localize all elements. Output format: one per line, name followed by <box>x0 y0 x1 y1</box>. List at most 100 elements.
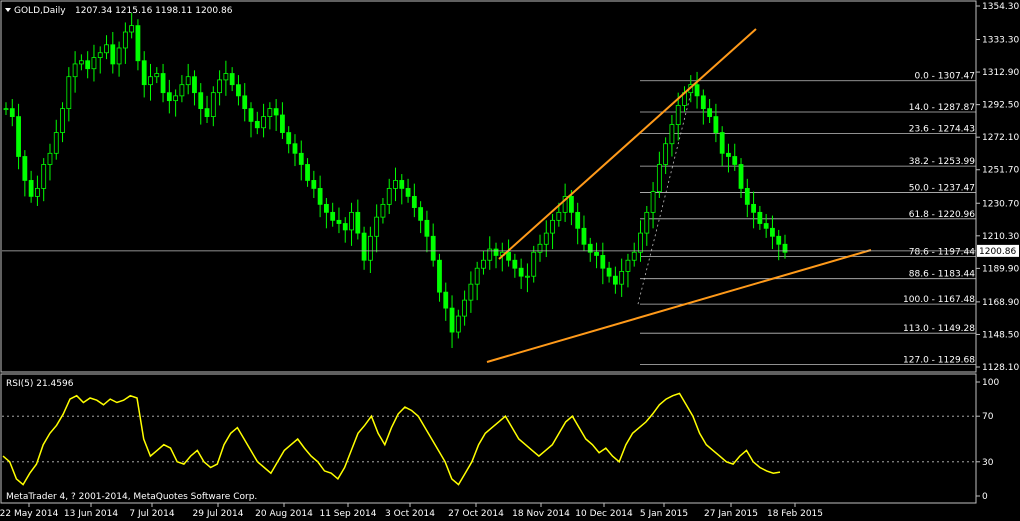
candle-body <box>311 180 317 189</box>
chart-window[interactable]: GOLD,Daily 1207.34 1215.16 1198.11 1200.… <box>0 0 1020 521</box>
candle-body <box>47 152 53 165</box>
candle-body <box>367 235 373 261</box>
current-price-label: 1200.86 <box>979 247 1016 257</box>
candle-body <box>638 232 643 253</box>
candle-body <box>468 283 474 301</box>
candle-body <box>317 188 323 205</box>
candle-body <box>411 195 417 208</box>
price-tick-label: 1272.10 <box>982 133 1019 143</box>
candle-body <box>543 232 549 245</box>
date-tick-label: 10 Dec 2014 <box>575 509 633 519</box>
rsi-tick-label: 70 <box>982 412 994 422</box>
fib-level-label: 113.0 - 1149.28 <box>903 324 975 334</box>
candle-body <box>374 216 380 237</box>
candle-body <box>60 108 65 133</box>
candle-body <box>606 267 612 277</box>
price-tick-label: 1128.10 <box>982 363 1019 373</box>
candle-body <box>305 164 310 181</box>
candle-body <box>650 191 656 213</box>
candle-body <box>97 52 103 58</box>
candle-body <box>437 259 442 293</box>
ohlc-readout: 1207.34 1215.16 1198.11 1200.86 <box>75 6 233 16</box>
candle-body <box>204 108 210 117</box>
date-tick-label: 27 Jan 2015 <box>704 509 758 519</box>
date-tick-label: 5 Jan 2015 <box>640 509 688 519</box>
candle-body <box>336 219 342 224</box>
rsi-tick-label: 0 <box>982 492 988 502</box>
candle-body <box>481 259 486 269</box>
candle-body <box>380 203 386 218</box>
fib-level-label: 127.0 - 1129.68 <box>903 355 975 365</box>
candle-body <box>66 76 72 110</box>
date-tick-label: 18 Nov 2014 <box>512 509 570 519</box>
candle-body <box>751 203 756 213</box>
candle-body <box>53 132 59 154</box>
candle-body <box>22 156 28 181</box>
candle-body <box>719 132 725 154</box>
candle-body <box>298 152 304 165</box>
candle-body <box>738 164 744 189</box>
candle-body <box>675 105 681 125</box>
candle-body <box>104 44 109 54</box>
candle-body <box>757 211 763 224</box>
candle-body <box>455 315 461 333</box>
candle-body <box>198 92 204 110</box>
price-tick-label: 1333.30 <box>982 36 1019 46</box>
fib-level-label: 50.0 - 1237.47 <box>909 183 975 193</box>
candle-body <box>449 307 455 333</box>
candle-body <box>355 211 361 234</box>
candle-body <box>223 73 229 81</box>
candle-body <box>694 84 700 97</box>
candle-body <box>122 31 128 49</box>
date-tick-label: 3 Oct 2014 <box>385 509 435 519</box>
candle-body <box>493 248 499 256</box>
candle-body <box>619 271 625 285</box>
candle-body <box>91 57 97 70</box>
candle-body <box>254 120 260 129</box>
candle-body <box>556 211 562 221</box>
fib-level-label: 14.0 - 1287.87 <box>909 103 975 113</box>
candle-body <box>525 275 530 278</box>
candle-body <box>16 116 21 157</box>
price-tick-label: 1189.90 <box>982 264 1019 274</box>
candle-body <box>148 76 153 86</box>
candle-body <box>512 259 518 269</box>
date-tick-label: 27 Oct 2014 <box>448 509 504 519</box>
candle-body <box>280 114 285 133</box>
candle-body <box>248 108 254 122</box>
price-tick-label: 1148.50 <box>982 330 1019 340</box>
candle-body <box>631 251 637 261</box>
candle-body <box>185 76 191 86</box>
candle-body <box>349 211 354 231</box>
date-tick-label: 7 Jul 2014 <box>129 509 174 519</box>
candle-body <box>600 255 606 269</box>
candle-body <box>323 203 329 213</box>
candle-body <box>474 267 480 285</box>
candle-body <box>763 223 769 229</box>
candle-body <box>594 251 599 256</box>
candle-body <box>35 188 40 197</box>
price-tick-label: 1210.30 <box>982 232 1019 242</box>
candle-body <box>656 164 662 193</box>
candle-body <box>9 108 15 117</box>
candle-body <box>330 211 336 221</box>
candle-body <box>732 156 738 165</box>
price-tick-label: 1230.70 <box>982 199 1019 209</box>
candle-body <box>192 76 197 94</box>
candle-body <box>292 143 298 154</box>
candle-body <box>776 235 782 245</box>
price-tick-label: 1292.50 <box>982 101 1019 111</box>
candle-body <box>386 188 392 205</box>
fib-level-label: 88.6 - 1183.44 <box>909 270 975 280</box>
fib-level-label: 78.6 - 1197.44 <box>909 247 975 257</box>
price-tick-label: 1168.90 <box>982 298 1019 308</box>
candle-body <box>700 95 706 110</box>
candle-body <box>154 73 160 78</box>
candle-body <box>612 275 618 285</box>
rsi-title: RSI(5) 21.4596 <box>6 379 74 389</box>
copyright-text: MetaTrader 4, ? 2001-2014, MetaQuotes So… <box>6 492 257 502</box>
date-tick-label: 29 Jul 2014 <box>193 509 244 519</box>
date-tick-label: 11 Sep 2014 <box>319 509 376 519</box>
symbol-label: GOLD,Daily <box>14 6 66 16</box>
candle-body <box>744 188 750 205</box>
